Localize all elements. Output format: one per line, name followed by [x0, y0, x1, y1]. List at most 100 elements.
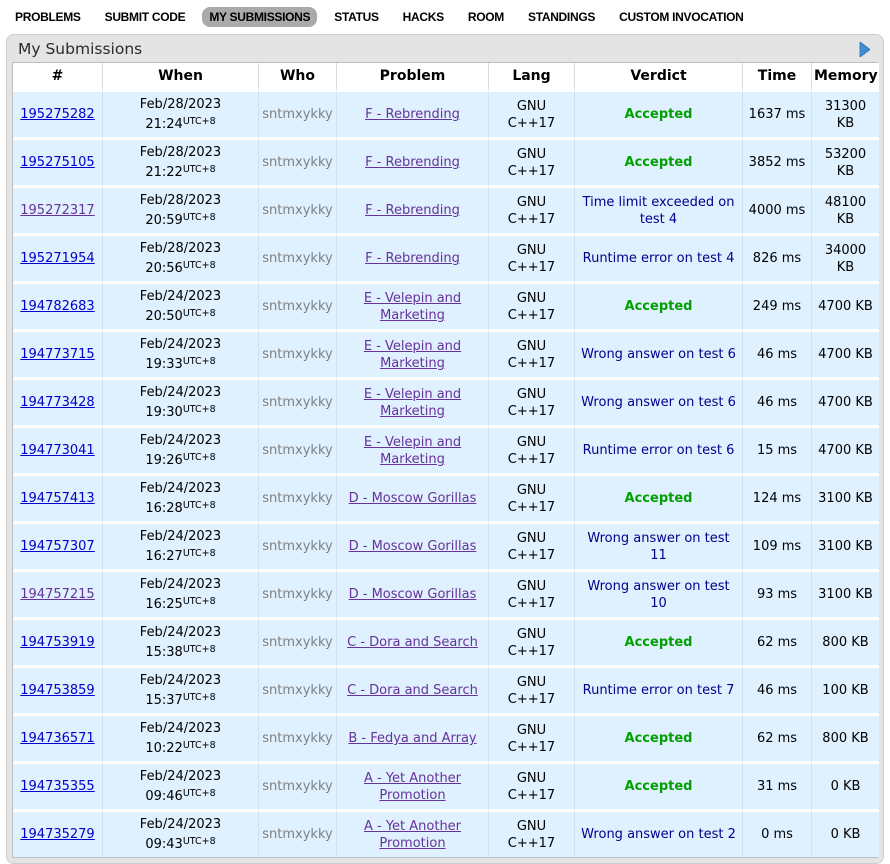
- submission-id-link[interactable]: 194735279: [20, 827, 94, 842]
- problem-link[interactable]: F - Rebrending: [365, 107, 460, 122]
- author-handle[interactable]: sntmxykky: [262, 155, 332, 170]
- verdict-text[interactable]: Runtime error on test 7: [583, 683, 735, 698]
- verdict-text[interactable]: Accepted: [625, 155, 693, 170]
- submission-id-link[interactable]: 194753919: [20, 635, 94, 650]
- submission-id-link[interactable]: 194757215: [20, 587, 94, 602]
- submission-id-link[interactable]: 195272317: [20, 203, 94, 218]
- submission-row: 194753919 Feb/24/2023 15:38UTC+8 sntmxyk…: [13, 620, 879, 668]
- author-handle[interactable]: sntmxykky: [262, 251, 332, 266]
- submission-time: 19:26: [145, 453, 182, 468]
- problem-link[interactable]: D - Moscow Gorillas: [349, 491, 477, 506]
- verdict-text[interactable]: Wrong answer on test 6: [581, 395, 736, 410]
- problem-link[interactable]: E - Velepin and Marketing: [364, 435, 461, 467]
- submission-id-cell: 194782683: [13, 284, 103, 332]
- problem-link[interactable]: F - Rebrending: [365, 251, 460, 266]
- author-handle[interactable]: sntmxykky: [262, 587, 332, 602]
- verdict-text[interactable]: Accepted: [625, 731, 693, 746]
- author-handle[interactable]: sntmxykky: [262, 779, 332, 794]
- submission-date: Feb/24/2023: [106, 768, 255, 785]
- submission-row: 195271954 Feb/28/2023 20:56UTC+8 sntmxyk…: [13, 236, 879, 284]
- problem-link[interactable]: E - Velepin and Marketing: [364, 291, 461, 323]
- submission-who-cell: sntmxykky: [259, 140, 337, 188]
- submission-id-link[interactable]: 195271954: [20, 251, 94, 266]
- verdict-text[interactable]: Wrong answer on test 2: [581, 827, 736, 842]
- nav-item-custom-invocation[interactable]: CUSTOM INVOCATION: [612, 7, 750, 27]
- submission-id-link[interactable]: 194735355: [20, 779, 94, 794]
- problem-link[interactable]: F - Rebrending: [365, 155, 460, 170]
- submission-timezone: UTC+8: [183, 788, 216, 799]
- submission-exec-time-cell: 249 ms: [743, 284, 812, 332]
- author-handle[interactable]: sntmxykky: [262, 299, 332, 314]
- verdict-text[interactable]: Accepted: [625, 299, 693, 314]
- submission-id-link[interactable]: 194753859: [20, 683, 94, 698]
- submission-who-cell: sntmxykky: [259, 764, 337, 812]
- submission-time: 15:37: [145, 693, 182, 708]
- column-header-memory: Memory: [812, 63, 879, 92]
- submission-timezone: UTC+8: [183, 452, 216, 463]
- submission-who-cell: sntmxykky: [259, 524, 337, 572]
- play-arrow-icon[interactable]: [859, 42, 870, 57]
- submission-date: Feb/24/2023: [106, 720, 255, 737]
- author-handle[interactable]: sntmxykky: [262, 827, 332, 842]
- nav-item-my-submissions[interactable]: MY SUBMISSIONS: [202, 7, 317, 27]
- author-handle[interactable]: sntmxykky: [262, 347, 332, 362]
- verdict-text[interactable]: Accepted: [625, 779, 693, 794]
- nav-item-submit-code[interactable]: SUBMIT CODE: [98, 7, 193, 27]
- submission-id-link[interactable]: 194757413: [20, 491, 94, 506]
- nav-item-room[interactable]: ROOM: [461, 7, 511, 27]
- submission-verdict-cell: Accepted: [575, 140, 743, 188]
- verdict-text[interactable]: Runtime error on test 4: [583, 251, 735, 266]
- verdict-text[interactable]: Accepted: [625, 491, 693, 506]
- verdict-text[interactable]: Accepted: [625, 107, 693, 122]
- author-handle[interactable]: sntmxykky: [262, 107, 332, 122]
- submission-id-link[interactable]: 194736571: [20, 731, 94, 746]
- verdict-text[interactable]: Runtime error on test 6: [583, 443, 735, 458]
- verdict-text[interactable]: Wrong answer on test 11: [587, 531, 729, 563]
- author-handle[interactable]: sntmxykky: [262, 635, 332, 650]
- nav-item-status[interactable]: STATUS: [327, 7, 385, 27]
- submission-id-link[interactable]: 195275282: [20, 107, 94, 122]
- verdict-text[interactable]: Time limit exceeded on test 4: [583, 195, 735, 227]
- submission-timezone: UTC+8: [183, 644, 216, 655]
- submission-memory-cell: 31300 KB: [812, 92, 879, 140]
- problem-link[interactable]: A - Yet Another Promotion: [364, 819, 461, 851]
- submission-id-link[interactable]: 194773428: [20, 395, 94, 410]
- verdict-text[interactable]: Accepted: [625, 635, 693, 650]
- problem-link[interactable]: E - Velepin and Marketing: [364, 339, 461, 371]
- problem-link[interactable]: D - Moscow Gorillas: [349, 587, 477, 602]
- submission-id-link[interactable]: 195275105: [20, 155, 94, 170]
- submission-id-link[interactable]: 194773715: [20, 347, 94, 362]
- author-handle[interactable]: sntmxykky: [262, 203, 332, 218]
- submission-id-link[interactable]: 194782683: [20, 299, 94, 314]
- author-handle[interactable]: sntmxykky: [262, 491, 332, 506]
- submission-when-cell: Feb/24/2023 20:50UTC+8: [103, 284, 259, 332]
- problem-link[interactable]: D - Moscow Gorillas: [349, 539, 477, 554]
- nav-item-standings[interactable]: STANDINGS: [521, 7, 602, 27]
- problem-link[interactable]: B - Fedya and Array: [348, 731, 476, 746]
- author-handle[interactable]: sntmxykky: [262, 731, 332, 746]
- problem-link[interactable]: C - Dora and Search: [347, 635, 478, 650]
- nav-item-hacks[interactable]: HACKS: [396, 7, 451, 27]
- verdict-text[interactable]: Wrong answer on test 6: [581, 347, 736, 362]
- submission-id-cell: 194735279: [13, 812, 103, 857]
- problem-link[interactable]: F - Rebrending: [365, 203, 460, 218]
- submission-problem-cell: D - Moscow Gorillas: [337, 572, 489, 620]
- submission-problem-cell: F - Rebrending: [337, 188, 489, 236]
- submission-id-link[interactable]: 194773041: [20, 443, 94, 458]
- submission-who-cell: sntmxykky: [259, 572, 337, 620]
- submission-when-cell: Feb/24/2023 10:22UTC+8: [103, 716, 259, 764]
- submission-exec-time-cell: 46 ms: [743, 380, 812, 428]
- author-handle[interactable]: sntmxykky: [262, 683, 332, 698]
- submission-id-link[interactable]: 194757307: [20, 539, 94, 554]
- author-handle[interactable]: sntmxykky: [262, 395, 332, 410]
- submission-verdict-cell: Wrong answer on test 6: [575, 332, 743, 380]
- problem-link[interactable]: E - Velepin and Marketing: [364, 387, 461, 419]
- problem-link[interactable]: C - Dora and Search: [347, 683, 478, 698]
- verdict-text[interactable]: Wrong answer on test 10: [587, 579, 729, 611]
- column-header-verdict: Verdict: [575, 63, 743, 92]
- nav-item-problems[interactable]: PROBLEMS: [8, 7, 88, 27]
- problem-link[interactable]: A - Yet Another Promotion: [364, 771, 461, 803]
- submission-when-cell: Feb/24/2023 16:27UTC+8: [103, 524, 259, 572]
- author-handle[interactable]: sntmxykky: [262, 539, 332, 554]
- author-handle[interactable]: sntmxykky: [262, 443, 332, 458]
